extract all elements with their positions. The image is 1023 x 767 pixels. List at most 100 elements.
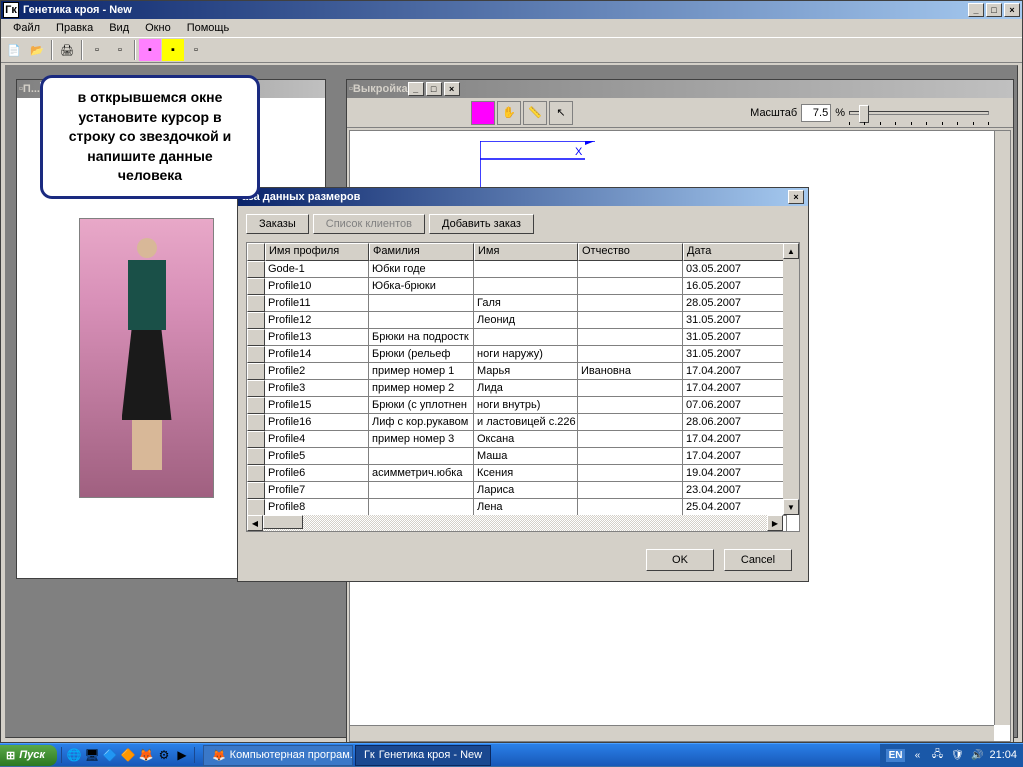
cell-profile[interactable]: Profile13 — [265, 329, 369, 346]
ql-desktop-icon[interactable]: 🖥 — [84, 747, 100, 763]
ql-media-icon[interactable]: ▶ — [174, 747, 190, 763]
start-button[interactable]: ⊞ Пуск — [0, 745, 57, 766]
cell-surname[interactable]: Брюки на подростк — [369, 329, 474, 346]
task-app[interactable]: Гк Генетика кроя - New — [355, 745, 491, 766]
cell-name[interactable]: Леонид — [474, 312, 578, 329]
tool-page2-icon[interactable]: ▫ — [109, 39, 131, 61]
dialog-close-button[interactable]: × — [788, 190, 804, 204]
cell-name[interactable]: Ксения — [474, 465, 578, 482]
cell-profile[interactable]: Profile4 — [265, 431, 369, 448]
cell-patronymic[interactable] — [578, 482, 683, 499]
cell-date[interactable]: 19.04.2007 — [683, 465, 787, 482]
scroll-left-icon[interactable]: ◀ — [247, 515, 263, 531]
tab-clients[interactable]: Список клиентов — [313, 214, 425, 234]
cell-surname[interactable]: Юбки годе — [369, 261, 474, 278]
cell-date[interactable]: 28.06.2007 — [683, 414, 787, 431]
pattern-titlebar[interactable]: ▫ Выкройка _ □ × — [347, 80, 1013, 98]
row-selector[interactable] — [247, 499, 265, 516]
tray-shield-icon[interactable]: 🛡 — [949, 747, 965, 763]
cell-name[interactable]: Лена — [474, 499, 578, 516]
cell-profile[interactable]: Profile11 — [265, 295, 369, 312]
cell-name[interactable]: Галя — [474, 295, 578, 312]
cell-date[interactable]: 16.05.2007 — [683, 278, 787, 295]
ql-ie-icon[interactable]: 🌐 — [66, 747, 82, 763]
cell-date[interactable]: 25.04.2007 — [683, 499, 787, 516]
cell-date[interactable]: 07.06.2007 — [683, 397, 787, 414]
row-selector[interactable] — [247, 278, 265, 295]
cell-surname[interactable]: пример номер 2 — [369, 380, 474, 397]
cell-surname[interactable]: пример номер 3 — [369, 431, 474, 448]
cell-patronymic[interactable] — [578, 465, 683, 482]
row-selector[interactable] — [247, 397, 265, 414]
cell-patronymic[interactable] — [578, 346, 683, 363]
table-row[interactable]: Profile12Леонид31.05.2007 — [247, 312, 799, 329]
ql-app3-icon[interactable]: ⚙ — [156, 747, 172, 763]
tool-open-icon[interactable]: 📂 — [26, 39, 48, 61]
cell-name[interactable]: Маша — [474, 448, 578, 465]
table-row[interactable]: Profile2пример номер 1МарьяИвановна17.04… — [247, 363, 799, 380]
col-patronymic[interactable]: Отчество — [578, 243, 683, 261]
table-row[interactable]: Profile8 Лена 25.04.2007 — [247, 499, 799, 516]
cell-patronymic[interactable] — [578, 312, 683, 329]
cell-surname[interactable] — [369, 482, 474, 499]
cell-date[interactable]: 17.04.2007 — [683, 431, 787, 448]
cell-profile[interactable]: Profile8 — [265, 499, 369, 516]
cell-profile[interactable]: Profile6 — [265, 465, 369, 482]
cell-date[interactable]: 17.04.2007 — [683, 363, 787, 380]
cell-patronymic[interactable]: Ивановна — [578, 363, 683, 380]
cell-patronymic[interactable] — [578, 380, 683, 397]
pattern-scroll-v[interactable] — [994, 131, 1010, 725]
row-selector[interactable] — [247, 329, 265, 346]
cell-patronymic[interactable] — [578, 295, 683, 312]
scroll-right-icon[interactable]: ▶ — [767, 515, 783, 531]
cell-name[interactable]: Оксана — [474, 431, 578, 448]
grid-scrollbar-h[interactable]: ◀ ▶ — [247, 515, 783, 531]
table-row[interactable]: Profile3пример номер 2Лида17.04.2007 — [247, 380, 799, 397]
cursor-tool-icon[interactable]: ↖ — [549, 101, 573, 125]
cell-date[interactable]: 31.05.2007 — [683, 346, 787, 363]
cell-name[interactable]: Лариса — [474, 482, 578, 499]
row-selector[interactable] — [247, 380, 265, 397]
fill-tool-icon[interactable] — [471, 101, 495, 125]
cell-date[interactable]: 28.05.2007 — [683, 295, 787, 312]
cancel-button[interactable]: Cancel — [724, 549, 792, 571]
cell-profile[interactable]: Profile15 — [265, 397, 369, 414]
cell-patronymic[interactable] — [578, 278, 683, 295]
cell-profile[interactable]: Profile10 — [265, 278, 369, 295]
row-selector[interactable] — [247, 482, 265, 499]
cell-date[interactable]: 31.05.2007 — [683, 312, 787, 329]
hand-tool-icon[interactable]: ✋ — [497, 101, 521, 125]
table-row[interactable]: Profile13Брюки на подростк31.05.2007 — [247, 329, 799, 346]
table-row[interactable]: Profile11 Галя 28.05.2007 — [247, 295, 799, 312]
ok-button[interactable]: OK — [646, 549, 714, 571]
clock[interactable]: 21:04 — [989, 749, 1017, 761]
ql-app1-icon[interactable]: 🔷 — [102, 747, 118, 763]
cell-name[interactable]: и ластовицей с.226 — [474, 414, 578, 431]
table-row[interactable]: Profile14Брюки (рельефноги наружу)31.05.… — [247, 346, 799, 363]
task-browser[interactable]: 🦊 Компьютерная програм... — [203, 745, 353, 766]
scroll-down-icon[interactable]: ▼ — [783, 499, 799, 515]
row-selector[interactable] — [247, 363, 265, 380]
cell-patronymic[interactable] — [578, 414, 683, 431]
cell-name[interactable]: ноги внутрь) — [474, 397, 578, 414]
pattern-close-button[interactable]: × — [444, 82, 460, 96]
tab-orders[interactable]: Заказы — [246, 214, 309, 234]
table-row[interactable]: Profile5 Маша 17.04.2007 — [247, 448, 799, 465]
close-button[interactable]: × — [1004, 3, 1020, 17]
cell-date[interactable]: 17.04.2007 — [683, 448, 787, 465]
grid-scrollbar-v[interactable]: ▲ ▼ — [783, 243, 799, 515]
dialog-titlebar[interactable]: аза данных размеров × — [238, 188, 808, 206]
cell-patronymic[interactable] — [578, 329, 683, 346]
cell-profile[interactable]: Profile5 — [265, 448, 369, 465]
maximize-button[interactable]: □ — [986, 3, 1002, 17]
cell-name[interactable]: ноги наружу) — [474, 346, 578, 363]
menu-help[interactable]: Помощь — [179, 20, 238, 36]
tray-volume-icon[interactable]: 🔊 — [969, 747, 985, 763]
cell-name[interactable]: Лида — [474, 380, 578, 397]
col-profile[interactable]: Имя профиля — [265, 243, 369, 261]
cell-surname[interactable]: асимметрич.юбка — [369, 465, 474, 482]
tool-color1-icon[interactable]: ▪ — [139, 39, 161, 61]
cell-date[interactable]: 03.05.2007 — [683, 261, 787, 278]
table-row[interactable]: Profile6асимметрич.юбкаКсения 19.04.2007 — [247, 465, 799, 482]
row-selector[interactable] — [247, 312, 265, 329]
